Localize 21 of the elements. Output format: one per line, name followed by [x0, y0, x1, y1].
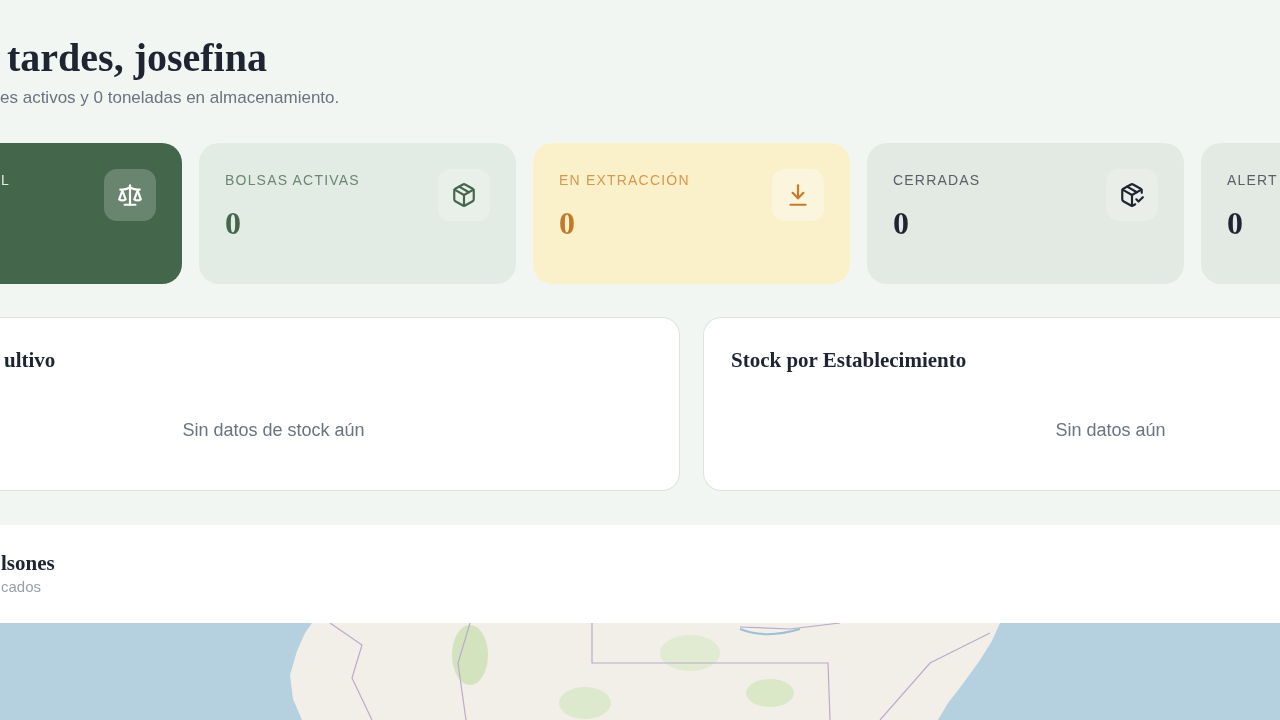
- map-title: lsones: [1, 550, 55, 577]
- map-subtitle: cados: [1, 577, 42, 597]
- panel-title: Stock por Establecimiento: [731, 347, 967, 374]
- stat-value: 0: [559, 205, 575, 241]
- stat-value: 0: [1227, 205, 1243, 241]
- box-check-icon: [1106, 169, 1158, 221]
- stat-label: CERRADAS: [893, 171, 981, 189]
- empty-message: Sin datos de stock aún: [181, 419, 366, 442]
- stat-label: EN EXTRACCIÓN: [559, 171, 690, 189]
- box-icon: [438, 169, 490, 221]
- greeting-heading: tardes, josefina: [7, 35, 267, 81]
- panel-title: ultivo: [4, 347, 56, 374]
- stat-label: L: [1, 171, 10, 189]
- scale-icon: [104, 169, 156, 221]
- summary-text: es activos y 0 toneladas en almacenamiento.: [0, 87, 340, 109]
- stat-value: 0: [225, 205, 241, 241]
- stat-value: 0: [893, 205, 909, 241]
- stat-label: BOLSAS ACTIVAS: [225, 171, 360, 189]
- empty-message: Sin datos aún: [1054, 419, 1167, 442]
- download-icon: [772, 169, 824, 221]
- stat-label: ALERT: [1227, 171, 1278, 189]
